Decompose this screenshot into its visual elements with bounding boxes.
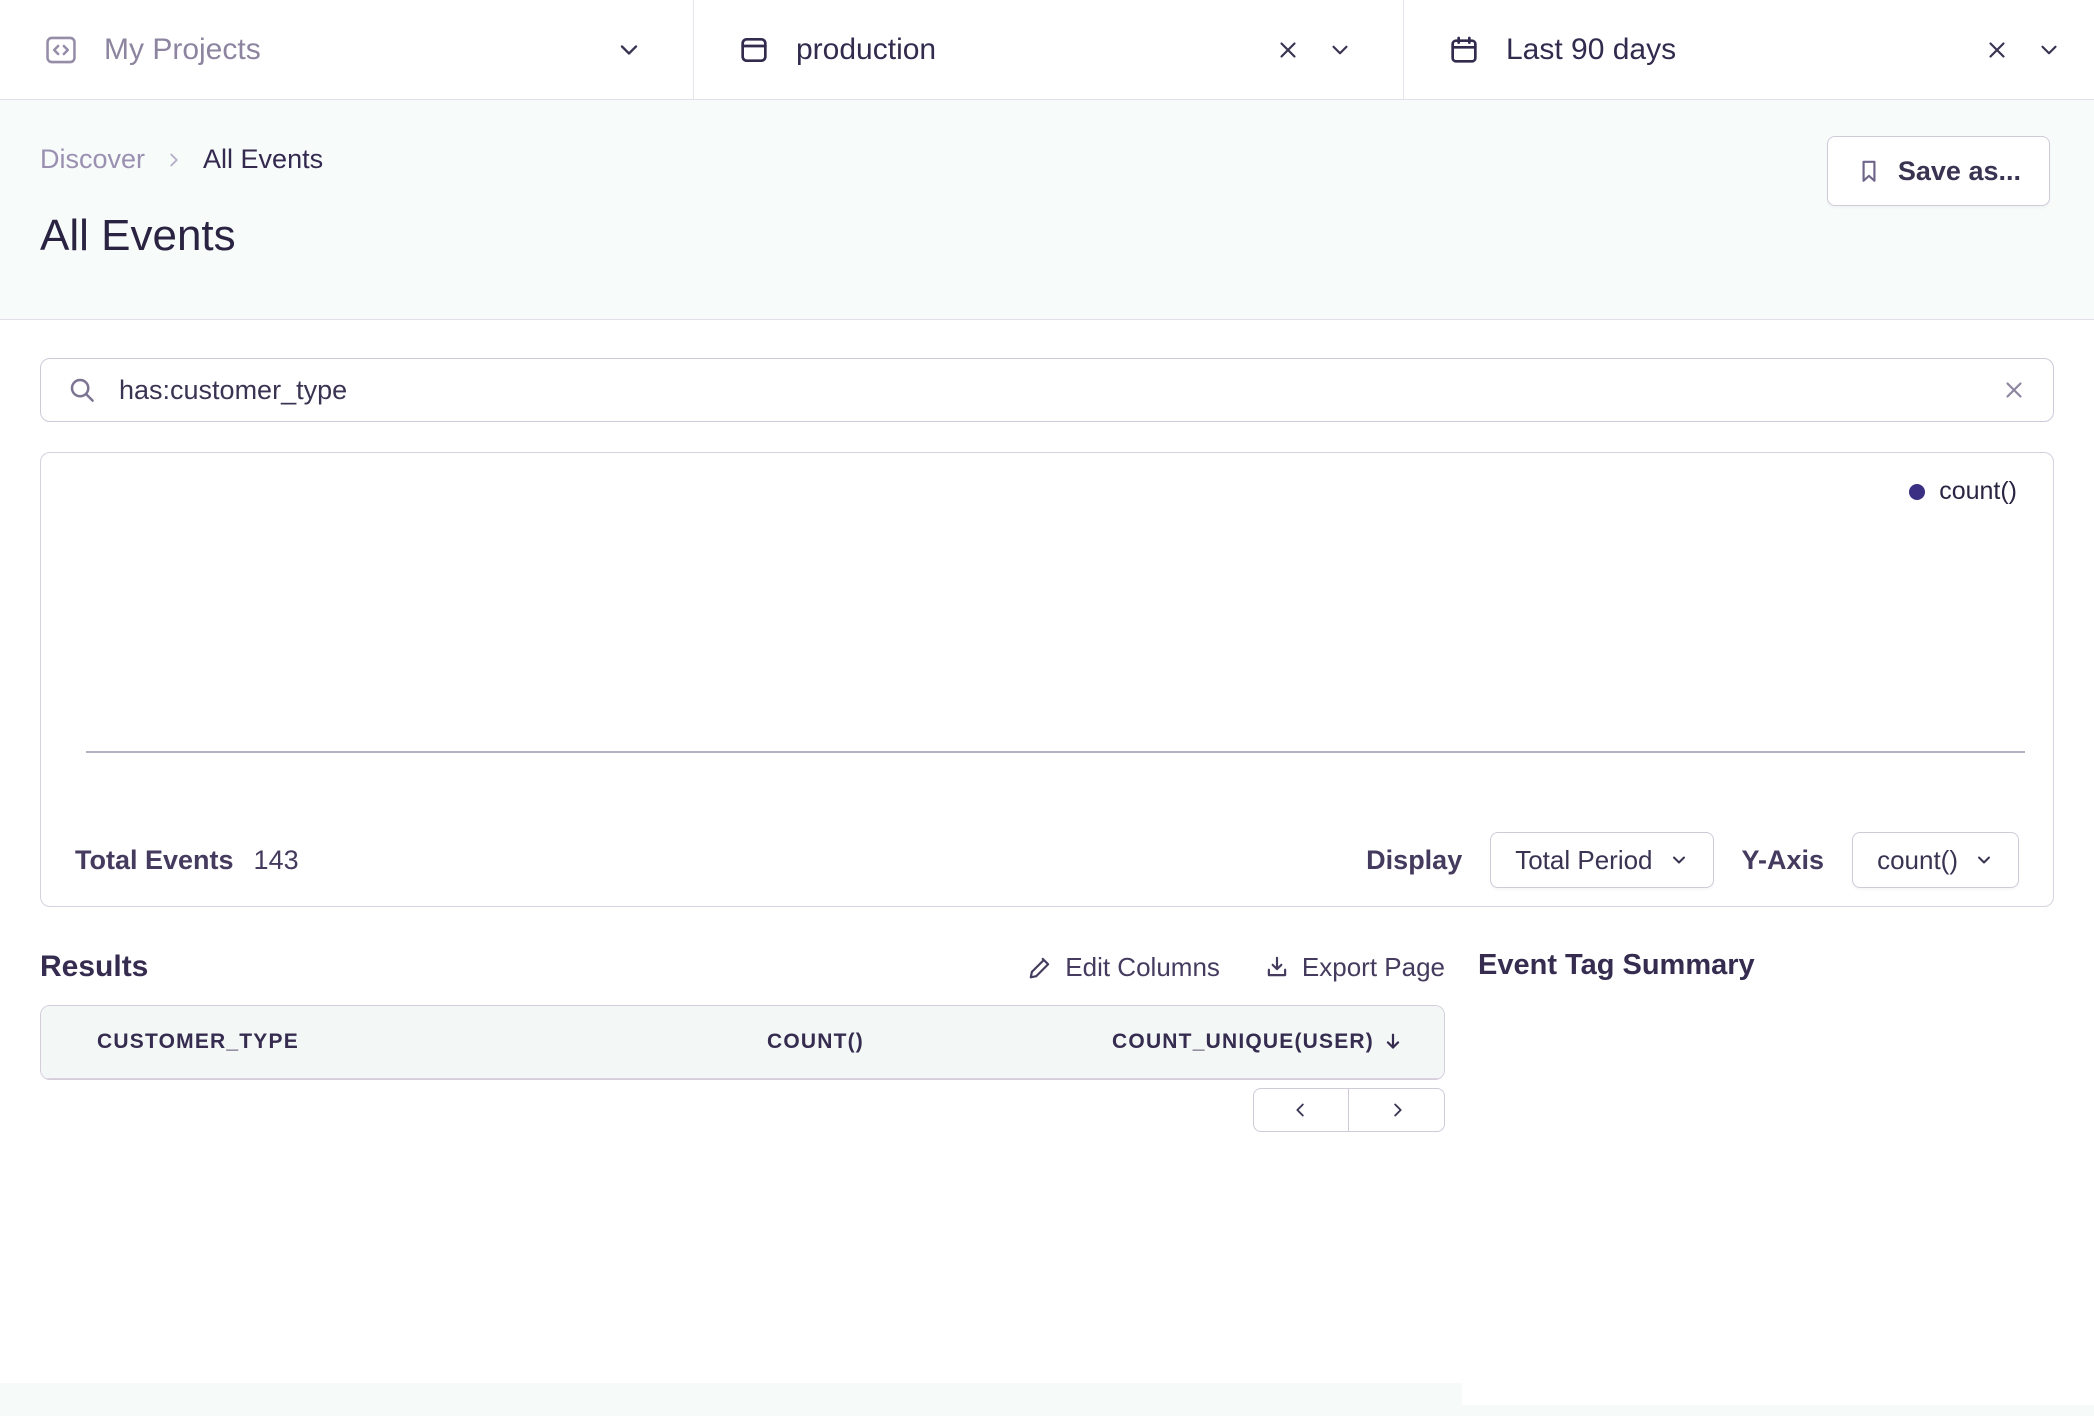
projects-icon — [44, 33, 78, 67]
chart-legend[interactable]: count() — [1909, 477, 2017, 506]
page-header: Discover All Events Save as... All Event… — [0, 100, 2094, 320]
bottom-background-band — [0, 1405, 2094, 1416]
breadcrumb: Discover All Events — [40, 144, 2050, 175]
results-table: CUSTOMER_TYPE COUNT() COUNT_UNIQUE(USER) — [40, 1005, 1445, 1080]
download-icon — [1264, 954, 1290, 980]
results-heading: Results — [40, 950, 148, 984]
save-as-button[interactable]: Save as... — [1827, 136, 2050, 206]
column-header-count-unique-user[interactable]: COUNT_UNIQUE(USER) — [864, 1030, 1404, 1054]
page-title: All Events — [40, 211, 2050, 261]
y-axis-dropdown-value: count() — [1877, 845, 1958, 876]
legend-label: count() — [1939, 477, 2017, 506]
bookmark-icon — [1856, 158, 1882, 184]
date-range-selector[interactable]: Last 90 days — [1403, 0, 2094, 99]
edit-columns-button[interactable]: Edit Columns — [1027, 952, 1220, 983]
calendar-icon — [1448, 34, 1480, 66]
project-selector-label: My Projects — [104, 33, 261, 67]
chevron-left-icon — [1290, 1099, 1312, 1121]
search-input[interactable]: has:customer_type — [119, 375, 1979, 406]
column-header-customer-type[interactable]: CUSTOMER_TYPE — [97, 1030, 634, 1054]
total-events-label: Total Events — [75, 845, 234, 876]
discover-page: My Projects production — [0, 0, 2094, 1416]
pencil-icon — [1027, 954, 1053, 980]
chart-x-axis-line — [86, 751, 2025, 753]
display-dropdown[interactable]: Total Period — [1490, 832, 1713, 888]
search-bar[interactable]: has:customer_type — [40, 358, 2054, 422]
search-clear-icon[interactable] — [2001, 377, 2027, 403]
chart-footer: Total Events 143 Display Total Period Y-… — [41, 814, 2053, 906]
breadcrumb-discover-link[interactable]: Discover — [40, 144, 145, 175]
global-filter-bar: My Projects production — [0, 0, 2094, 100]
pagination-previous-button[interactable] — [1253, 1088, 1350, 1132]
display-label: Display — [1366, 845, 1462, 876]
events-chart-panel: count() Total Events 143 Display Total P… — [40, 452, 2054, 907]
y-axis-chevron-down-icon — [1974, 850, 1994, 870]
project-chevron-down-icon[interactable] — [615, 36, 643, 64]
export-page-label: Export Page — [1302, 952, 1445, 983]
count-unique-label: COUNT_UNIQUE(USER) — [1112, 1030, 1374, 1054]
export-page-button[interactable]: Export Page — [1264, 952, 1445, 983]
environment-selector-label: production — [796, 33, 936, 67]
chevron-right-icon — [1386, 1099, 1408, 1121]
display-chevron-down-icon — [1669, 850, 1689, 870]
legend-dot-icon — [1909, 484, 1925, 500]
y-axis-label: Y-Axis — [1742, 845, 1825, 876]
tag-summary-heading: Event Tag Summary — [1478, 947, 2060, 983]
breadcrumb-chevron-right-icon — [163, 149, 185, 171]
project-selector[interactable]: My Projects — [0, 0, 693, 99]
pagination — [40, 1088, 1445, 1132]
y-axis-dropdown[interactable]: count() — [1852, 832, 2019, 888]
environment-clear-icon[interactable] — [1275, 37, 1301, 63]
save-as-label: Save as... — [1898, 156, 2021, 187]
chart-plot — [126, 513, 2028, 751]
environment-icon — [738, 34, 770, 66]
search-icon — [67, 375, 97, 405]
sort-descending-icon — [1382, 1031, 1404, 1053]
date-range-label: Last 90 days — [1506, 33, 1676, 67]
column-header-count[interactable]: COUNT() — [634, 1030, 864, 1054]
results-column: Results Edit Columns Export Page CUSTOME… — [40, 947, 1445, 1132]
table-header-row: CUSTOMER_TYPE COUNT() COUNT_UNIQUE(USER) — [41, 1006, 1444, 1079]
date-range-chevron-down-icon[interactable] — [2036, 37, 2062, 63]
date-range-clear-icon[interactable] — [1984, 37, 2010, 63]
display-dropdown-value: Total Period — [1515, 845, 1652, 876]
environment-chevron-down-icon[interactable] — [1327, 37, 1353, 63]
event-tag-summary: Event Tag Summary — [1478, 947, 2060, 1132]
pagination-next-button[interactable] — [1348, 1088, 1445, 1132]
edit-columns-label: Edit Columns — [1065, 952, 1220, 983]
environment-selector[interactable]: production — [693, 0, 1403, 99]
total-events-value: 143 — [254, 845, 299, 876]
breadcrumb-current: All Events — [203, 144, 323, 175]
